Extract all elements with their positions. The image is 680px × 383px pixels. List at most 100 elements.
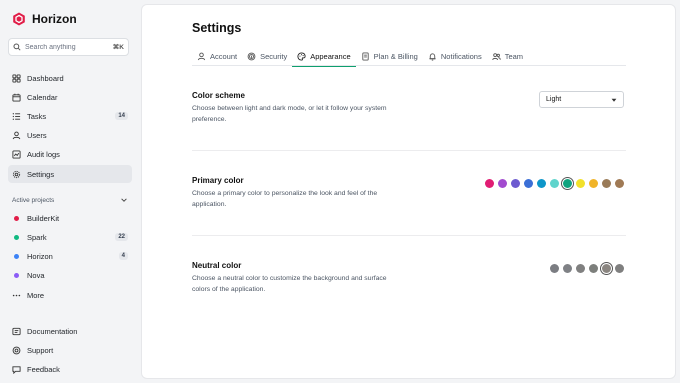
sidebar-item-calendar[interactable]: Calendar <box>8 88 132 106</box>
sidebar-item-label: Support <box>27 345 54 355</box>
project-item-more[interactable]: More <box>8 286 132 304</box>
tab-notifications[interactable]: Notifications <box>423 47 487 66</box>
sidebar-item-settings[interactable]: Settings <box>8 165 132 183</box>
settings-panel: Settings Account Security Appearance Pla… <box>141 4 676 379</box>
caret-down-icon <box>611 98 617 102</box>
user-icon <box>197 52 206 61</box>
primary-color-description: Choose a primary color to personalize th… <box>192 190 378 208</box>
users-icon <box>12 131 21 139</box>
tab-label: Notifications <box>440 52 482 61</box>
neutral-color-swatch[interactable] <box>615 264 624 273</box>
tab-appearance[interactable]: Appearance <box>292 47 357 67</box>
primary-color-swatch[interactable] <box>498 179 507 188</box>
project-color-dot <box>14 272 19 278</box>
sidebar-item-label: Calendar <box>27 92 58 102</box>
bell-icon <box>429 53 436 61</box>
neutral-color-swatch[interactable] <box>550 264 559 273</box>
neutral-color-swatch[interactable] <box>602 264 611 273</box>
document-icon <box>362 52 369 61</box>
active-projects-heading: Active projects <box>12 196 55 204</box>
palette-icon <box>297 52 306 61</box>
color-scheme-value: Light <box>546 96 562 103</box>
sidebar-item-label: Dashboard <box>27 73 64 83</box>
neutral-color-description: Choose a neutral color to customize the … <box>192 275 387 293</box>
divider <box>192 235 626 236</box>
color-scheme-select[interactable]: Light <box>539 91 624 108</box>
dashboard-icon <box>12 73 21 83</box>
brand-name: Horizon <box>32 12 77 26</box>
sidebar-item-label: Users <box>27 130 47 140</box>
tab-label: Account <box>210 52 238 61</box>
sidebar-item-label: Documentation <box>27 326 78 336</box>
project-item-horizon[interactable]: Horizon 4 <box>8 247 132 265</box>
tab-label: Team <box>504 52 524 61</box>
primary-color-swatch[interactable] <box>485 179 494 188</box>
sidebar-item-users[interactable]: Users <box>8 126 132 144</box>
project-color-dot <box>14 253 19 259</box>
neutral-color-swatch[interactable] <box>576 264 585 273</box>
sidebar: Horizon ⌘K Dashboard Calendar Tasks 14 U… <box>0 0 138 383</box>
sidebar-item-documentation[interactable]: Documentation <box>8 322 132 340</box>
neutral-color-swatch[interactable] <box>589 264 598 273</box>
chevron-down-icon[interactable] <box>120 196 128 204</box>
primary-color-swatches <box>485 179 624 188</box>
sidebar-item-tasks[interactable]: Tasks 14 <box>8 107 132 125</box>
sidebar-item-label: Settings <box>27 169 55 179</box>
project-label: More <box>27 290 45 300</box>
primary-color-swatch[interactable] <box>550 179 559 188</box>
project-label: Nova <box>27 270 45 280</box>
fingerprint-icon <box>247 52 256 61</box>
sidebar-item-dashboard[interactable]: Dashboard <box>8 69 132 87</box>
tab-plan-billing[interactable]: Plan & Billing <box>356 47 423 66</box>
tab-account[interactable]: Account <box>192 47 242 66</box>
project-item-spark[interactable]: Spark 22 <box>8 228 132 246</box>
sidebar-item-label: Tasks <box>27 111 47 121</box>
documentation-icon <box>12 327 21 335</box>
tab-security[interactable]: Security <box>242 47 292 66</box>
primary-color-swatch[interactable] <box>537 179 546 188</box>
more-icon <box>12 294 21 296</box>
primary-color-swatch[interactable] <box>511 179 520 188</box>
project-count-badge: 22 <box>115 233 128 241</box>
horizon-logo-icon <box>13 12 25 26</box>
divider <box>192 150 626 151</box>
project-item-builderkit[interactable]: BuilderKit <box>8 209 132 227</box>
primary-color-swatch[interactable] <box>589 179 598 188</box>
project-color-dot <box>14 215 19 221</box>
support-icon <box>12 346 21 354</box>
search-input[interactable] <box>25 43 109 51</box>
primary-color-swatch[interactable] <box>615 179 624 188</box>
calendar-icon <box>12 93 21 102</box>
project-item-nova[interactable]: Nova <box>8 266 132 284</box>
primary-color-swatch[interactable] <box>524 179 533 188</box>
project-color-dot <box>14 234 19 240</box>
search-shortcut: ⌘K <box>112 44 124 51</box>
feedback-icon <box>12 365 21 374</box>
active-projects-header[interactable]: Active projects <box>12 194 128 206</box>
brand[interactable]: Horizon <box>12 12 77 26</box>
sidebar-item-audit-logs[interactable]: Audit logs <box>8 145 132 163</box>
sidebar-item-support[interactable]: Support <box>8 341 132 359</box>
audit-logs-icon <box>12 149 21 159</box>
project-label: Horizon <box>27 251 53 261</box>
project-label: Spark <box>27 232 47 242</box>
primary-color-swatch[interactable] <box>563 179 572 188</box>
neutral-color-swatch[interactable] <box>563 264 572 273</box>
project-count-badge: 4 <box>118 252 128 260</box>
gear-icon <box>12 170 21 178</box>
sidebar-item-label: Feedback <box>27 364 60 374</box>
settings-tabs: Account Security Appearance Plan & Billi… <box>192 47 626 67</box>
page-title: Settings <box>192 21 242 35</box>
tab-label: Plan & Billing <box>373 52 418 61</box>
search-box[interactable]: ⌘K <box>8 38 129 56</box>
sidebar-item-feedback[interactable]: Feedback <box>8 360 132 378</box>
tab-label: Appearance <box>310 52 351 61</box>
tab-team[interactable]: Team <box>487 47 528 66</box>
primary-color-swatch[interactable] <box>576 179 585 188</box>
primary-color-swatch[interactable] <box>602 179 611 188</box>
tasks-count-badge: 14 <box>115 112 128 120</box>
team-icon <box>491 53 501 61</box>
tab-label: Security <box>260 52 288 61</box>
project-label: BuilderKit <box>27 213 60 223</box>
color-scheme-description: Choose between light and dark mode, or l… <box>192 105 387 123</box>
